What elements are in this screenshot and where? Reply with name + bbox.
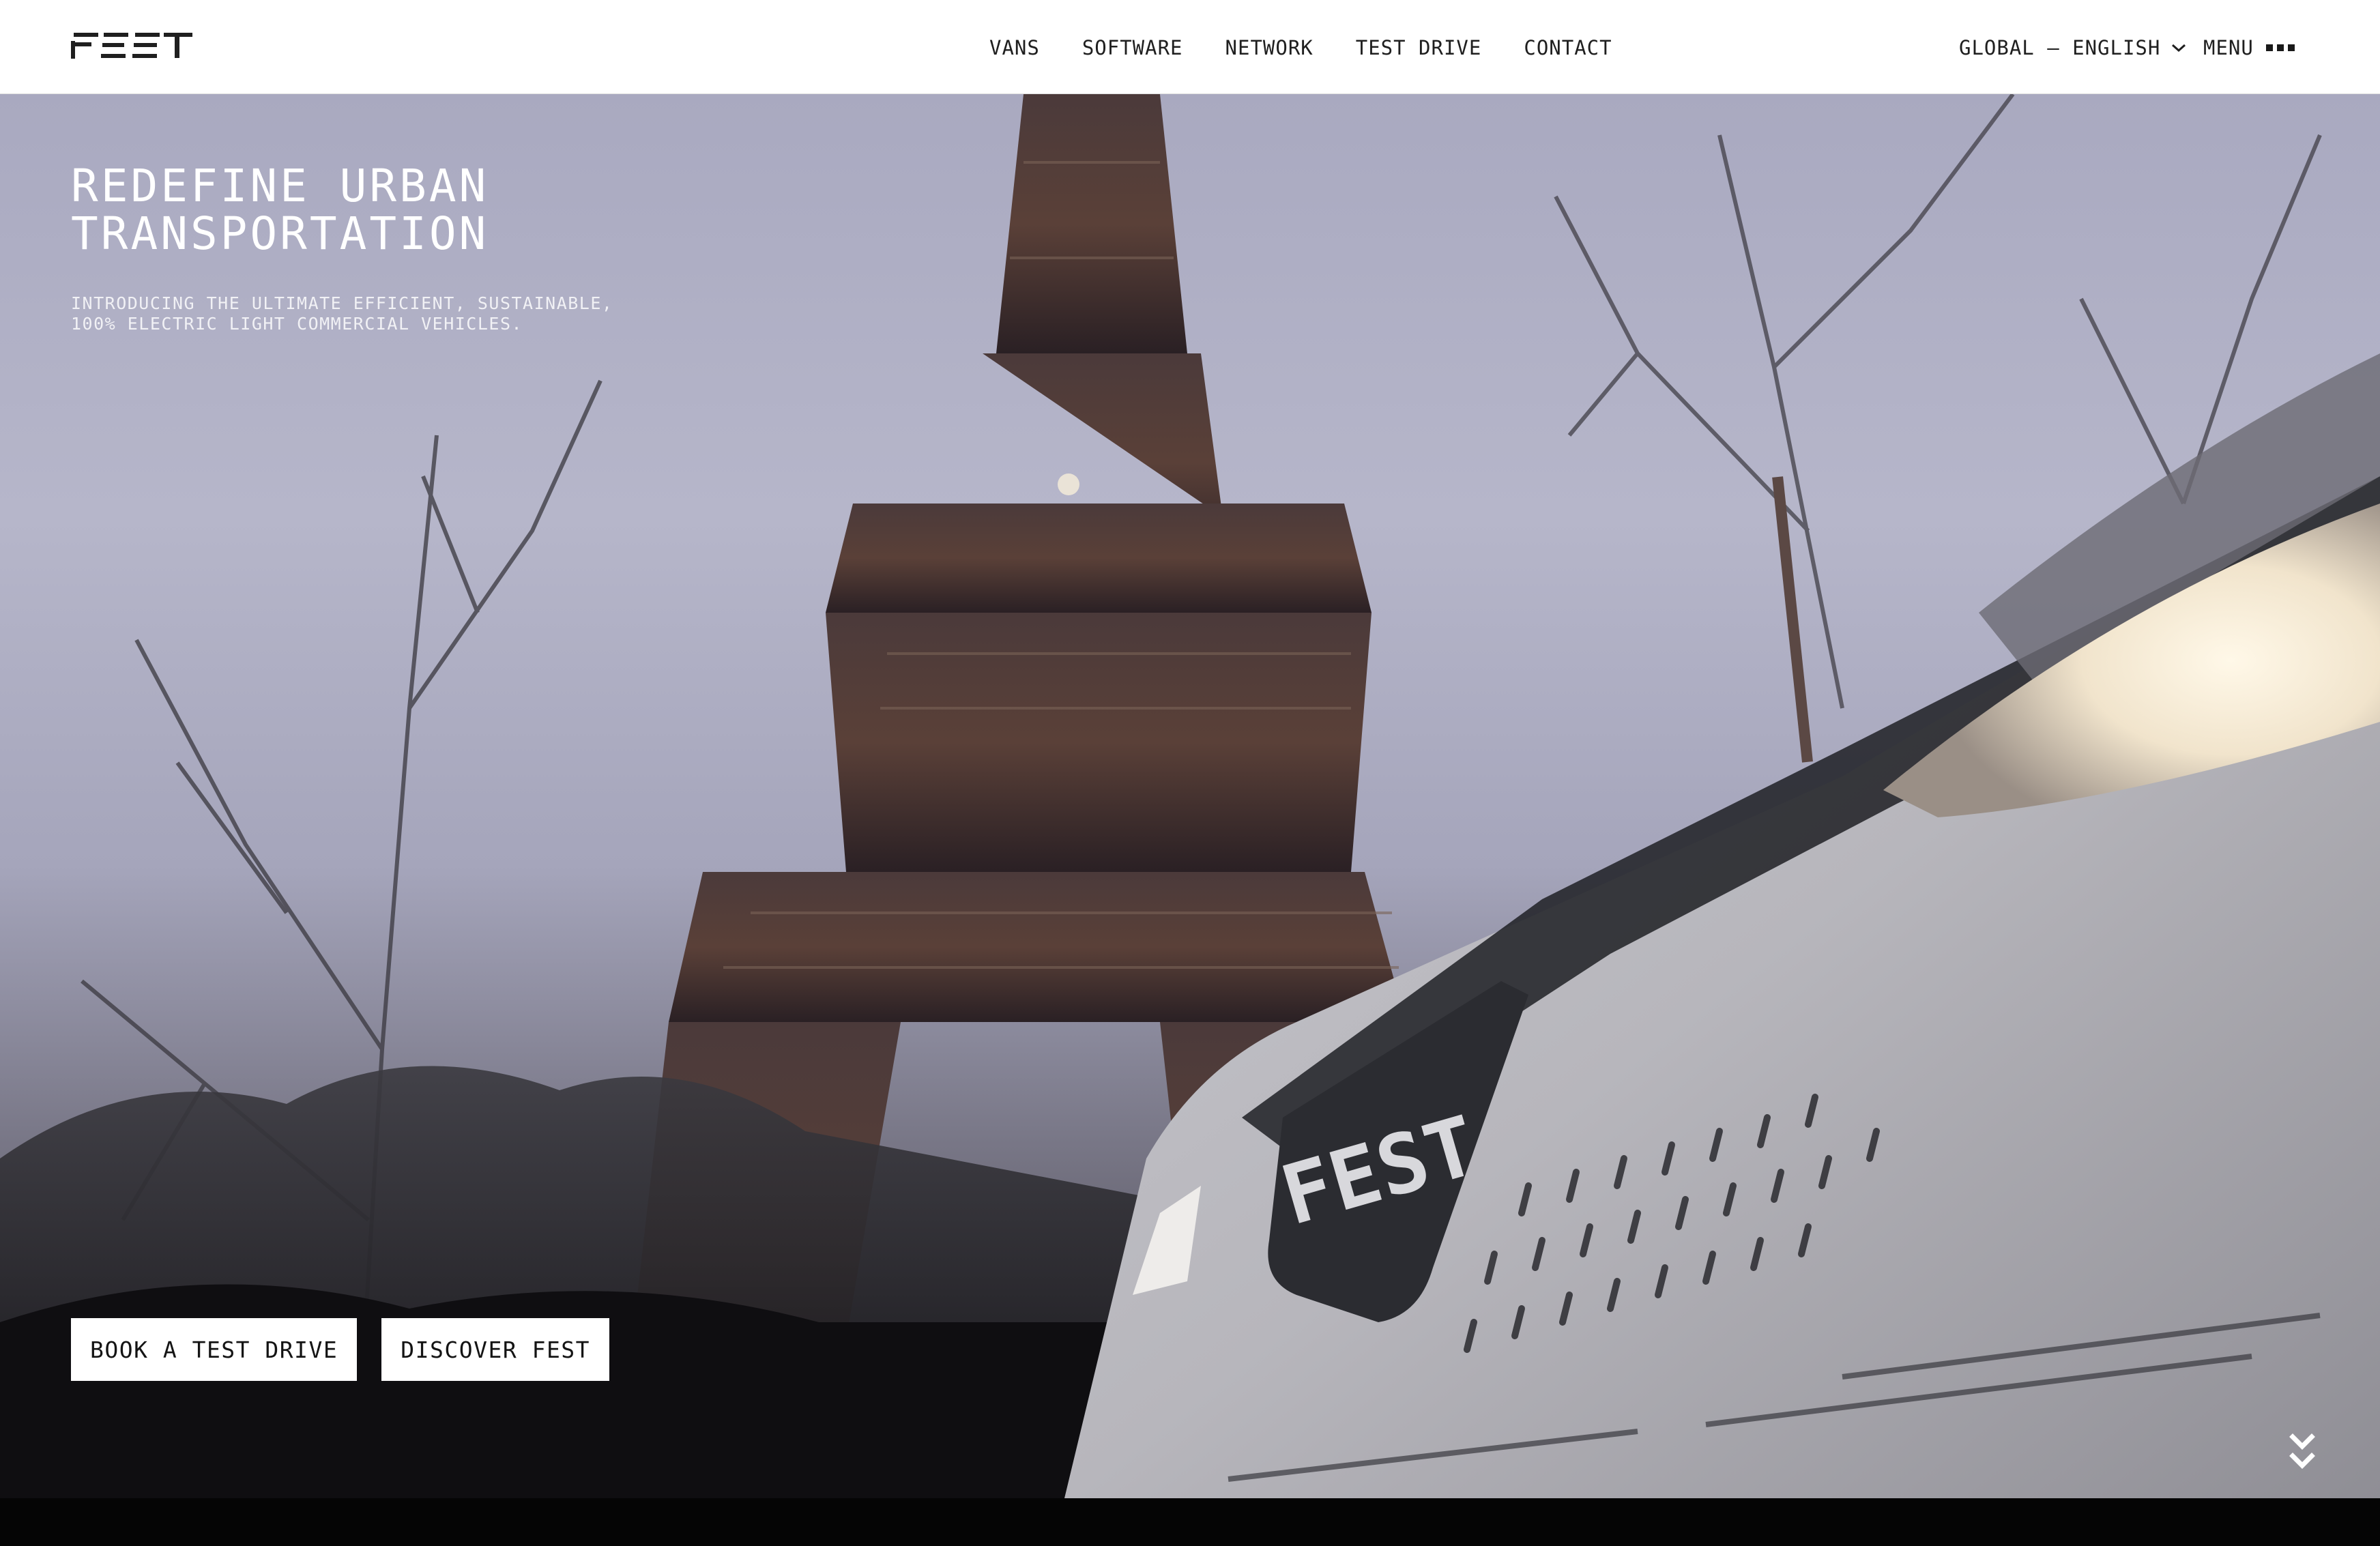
menu-label: MENU [2203, 36, 2254, 59]
language-label: GLOBAL — ENGLISH [1959, 36, 2161, 59]
hero-section: FEST REDEFINE URBAN TRANSPORTATION INTRO… [0, 94, 2380, 1498]
nav-software[interactable]: SOFTWARE [1082, 36, 1183, 59]
site-header: VANS SOFTWARE NETWORK TEST DRIVE CONTACT… [0, 0, 2380, 94]
hero-headline: REDEFINE URBAN TRANSPORTATION [71, 162, 890, 258]
book-test-drive-button[interactable]: BOOK A TEST DRIVE [71, 1318, 358, 1381]
hero-subline: INTRODUCING THE ULTIMATE EFFICIENT, SUST… [71, 293, 658, 334]
language-selector[interactable]: GLOBAL — ENGLISH [1959, 33, 2186, 63]
chevron-down-icon [2172, 44, 2186, 53]
hero-subline-line1: INTRODUCING THE ULTIMATE EFFICIENT, SUST… [71, 293, 613, 313]
nav-test-drive[interactable]: TEST DRIVE [1356, 36, 1482, 59]
menu-button[interactable]: MENU [2203, 33, 2295, 63]
main-nav: VANS SOFTWARE NETWORK TEST DRIVE CONTACT [989, 33, 1612, 63]
dots-icon [2265, 44, 2295, 51]
hero-subline-line2: 100% ELECTRIC LIGHT COMMERCIAL VEHICLES. [71, 314, 523, 334]
nav-vans[interactable]: VANS [989, 36, 1040, 59]
nav-contact[interactable]: CONTACT [1524, 36, 1612, 59]
hero-cta-group: BOOK A TEST DRIVE DISCOVER FEST [71, 1318, 610, 1381]
hero-headline-line1: REDEFINE URBAN [71, 160, 489, 212]
fest-logo[interactable] [71, 31, 194, 60]
nav-network[interactable]: NETWORK [1225, 36, 1314, 59]
double-chevron-down-icon[interactable] [2289, 1431, 2316, 1475]
discover-fest-button[interactable]: DISCOVER FEST [381, 1318, 610, 1381]
hero-headline-line2: TRANSPORTATION [71, 207, 489, 260]
page-bottom-strip [0, 1498, 2380, 1546]
fest-logo-mark [71, 33, 192, 59]
